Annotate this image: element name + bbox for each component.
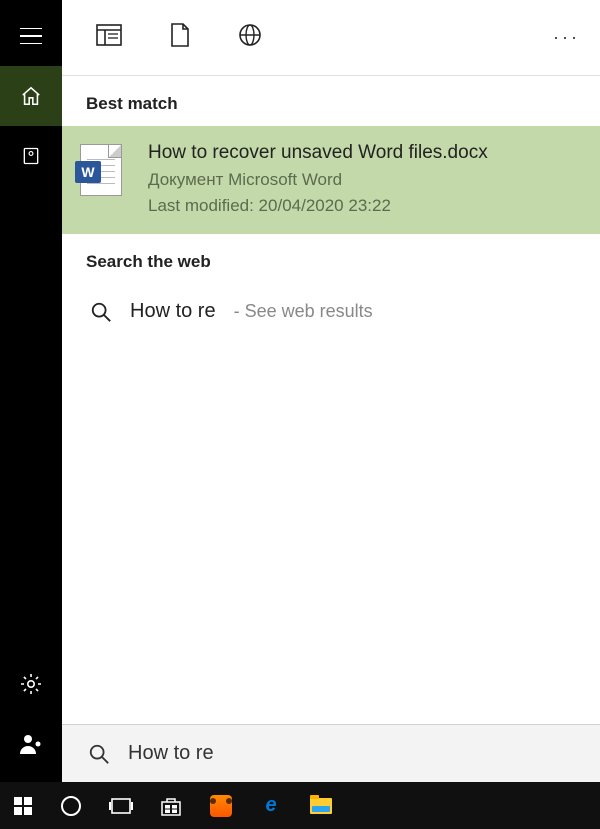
web-icon — [238, 23, 262, 47]
taskbar: e — [0, 782, 600, 829]
store-icon — [160, 796, 182, 816]
filter-documents[interactable] — [170, 23, 190, 52]
start-button[interactable] — [0, 782, 46, 829]
cortana-button[interactable] — [46, 782, 96, 829]
start-icon — [14, 797, 32, 815]
hamburger-button[interactable] — [0, 6, 62, 66]
user-icon — [19, 733, 43, 755]
documents-icon — [170, 23, 190, 47]
cortana-icon — [60, 795, 82, 817]
result-title: How to recover unsaved Word files.docx — [148, 142, 488, 164]
edge-icon: e — [265, 794, 276, 817]
hamburger-icon — [20, 28, 42, 44]
search-sidebar — [0, 0, 62, 782]
search-panel: ··· Best match W How to recover unsaved … — [62, 0, 600, 782]
taskview-button[interactable] — [96, 782, 146, 829]
filter-all[interactable] — [96, 24, 122, 51]
recent-icon — [21, 146, 41, 166]
store-button[interactable] — [146, 782, 196, 829]
home-button[interactable] — [0, 66, 62, 126]
web-hint: - See web results — [234, 301, 373, 322]
all-results-icon — [96, 24, 122, 46]
search-icon — [88, 743, 110, 765]
taskview-icon — [109, 797, 133, 815]
file-explorer-icon — [310, 798, 332, 814]
uc-browser-button[interactable] — [196, 782, 246, 829]
search-input-bar[interactable]: How to re — [62, 724, 600, 782]
search-input-value: How to re — [128, 742, 214, 765]
filter-bar: ··· — [62, 0, 600, 76]
file-explorer-button[interactable] — [296, 782, 346, 829]
word-document-icon: W — [80, 142, 130, 216]
web-query: How to re — [130, 300, 216, 323]
edge-button[interactable]: e — [246, 782, 296, 829]
filter-web[interactable] — [238, 23, 262, 52]
uc-browser-icon — [210, 795, 232, 817]
result-subtitle: Документ Microsoft Word — [148, 170, 488, 190]
search-web-label: Search the web — [62, 234, 600, 284]
settings-button[interactable] — [0, 654, 62, 714]
web-result[interactable]: How to re - See web results — [62, 284, 600, 339]
result-meta: Last modified: 20/04/2020 23:22 — [148, 196, 488, 216]
recent-button[interactable] — [0, 126, 62, 186]
best-match-label: Best match — [62, 76, 600, 126]
best-match-result[interactable]: W How to recover unsaved Word files.docx… — [62, 126, 600, 234]
home-icon — [20, 85, 42, 107]
user-button[interactable] — [0, 714, 62, 774]
more-filters[interactable]: ··· — [553, 27, 580, 48]
search-icon — [90, 301, 112, 323]
settings-icon — [19, 672, 43, 696]
